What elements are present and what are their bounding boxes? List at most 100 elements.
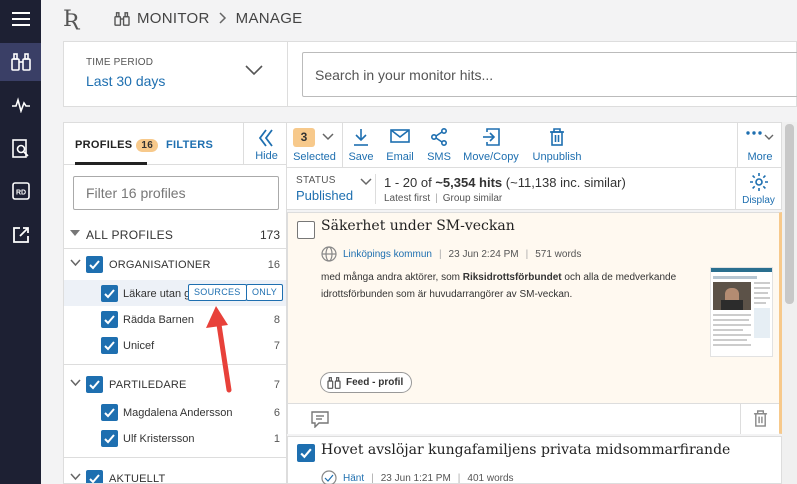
sms-button[interactable]: SMS xyxy=(421,123,457,167)
result-title[interactable]: Säkerhet under SM-veckan xyxy=(321,218,515,234)
app-logo: Ʀ xyxy=(63,7,80,32)
snippet-text: med många andra aktörer, som xyxy=(321,272,463,283)
triangle-down-icon[interactable] xyxy=(70,230,80,236)
breadcrumb: MONITOR MANAGE xyxy=(114,10,302,27)
move-copy-button[interactable]: Move/Copy xyxy=(459,123,523,167)
feed-tag[interactable]: Feed - profil xyxy=(320,372,413,393)
profile-checkbox[interactable] xyxy=(101,311,118,328)
profile-checkbox[interactable] xyxy=(101,285,118,302)
result-date: 23 Jun 1:21 PM xyxy=(380,472,451,484)
menu-icon[interactable] xyxy=(0,0,41,38)
profile-label: Unicef xyxy=(123,340,155,352)
scrollbar-thumb[interactable] xyxy=(785,124,794,304)
group-label: ORGANISATIONER xyxy=(109,259,211,271)
sort-label[interactable]: Latest first xyxy=(384,193,430,204)
group-label: PARTILEDARE xyxy=(109,379,187,391)
download-icon xyxy=(354,129,368,146)
tab-profiles[interactable]: PROFILES 16 xyxy=(75,139,159,152)
status-label: STATUS xyxy=(296,175,336,186)
result-title[interactable]: Hovet avslöjar kungafamiljens privata mi… xyxy=(321,442,730,458)
gear-icon xyxy=(749,173,768,191)
result-meta: Linköpings kommun | 23 Jun 2:24 PM | 571… xyxy=(321,246,581,262)
result-card[interactable]: Hovet avslöjar kungafamiljens privata mi… xyxy=(287,436,782,484)
panel-tabs: PROFILES 16 FILTERS Hide xyxy=(64,123,286,165)
group-similar-label[interactable]: Group similar xyxy=(443,193,502,204)
chevron-down-icon[interactable] xyxy=(70,259,81,267)
sources-button[interactable]: SOURCES xyxy=(188,284,247,301)
breadcrumb-monitor[interactable]: MONITOR xyxy=(137,10,210,27)
chevron-down-icon[interactable] xyxy=(322,133,334,141)
email-label: Email xyxy=(386,151,414,163)
checkmark-icon xyxy=(300,448,312,459)
profile-label: Läkare utan g xyxy=(123,288,191,300)
profile-checkbox[interactable] xyxy=(101,404,118,421)
result-thumbnail[interactable] xyxy=(710,267,773,357)
rd-nav-icon[interactable]: RD xyxy=(0,172,41,210)
chevron-down-icon[interactable] xyxy=(70,473,81,481)
analytics-nav-icon[interactable] xyxy=(0,86,41,124)
filter-row: TIME PERIOD Last 30 days xyxy=(63,41,797,107)
time-period-value: Last 30 days xyxy=(86,73,166,89)
unpublish-button[interactable]: Unpublish xyxy=(527,123,587,167)
active-tab-indicator xyxy=(75,162,147,165)
monitor-nav-icon[interactable] xyxy=(0,43,41,81)
hits-suffix: (~11,138 inc. similar) xyxy=(502,175,626,190)
tab-profiles-label: PROFILES xyxy=(75,139,133,151)
chevron-right-icon xyxy=(219,11,227,27)
profile-group-organisationer[interactable]: ORGANISATIONER 16 xyxy=(64,251,286,277)
profile-group-aktuellt[interactable]: AKTUELLT xyxy=(64,465,286,483)
result-card-body: Säkerhet under SM-veckan Linköpings komm… xyxy=(288,213,779,403)
selected-button[interactable]: 3 Selected xyxy=(287,123,342,167)
group-checkbox[interactable] xyxy=(86,470,103,483)
result-card[interactable]: Säkerhet under SM-veckan Linköpings komm… xyxy=(287,212,782,434)
profile-checkbox[interactable] xyxy=(101,430,118,447)
result-source[interactable]: Linköpings kommun xyxy=(343,249,432,260)
profile-group-partiledare[interactable]: PARTILEDARE 7 xyxy=(64,371,286,397)
only-button[interactable]: ONLY xyxy=(246,284,284,301)
tab-filters[interactable]: FILTERS xyxy=(166,139,213,151)
search-input[interactable] xyxy=(303,53,797,96)
external-link-nav-icon[interactable] xyxy=(0,216,41,254)
more-button[interactable]: More xyxy=(738,123,782,167)
left-nav: RD xyxy=(0,0,41,484)
chevron-down-icon[interactable] xyxy=(360,178,372,186)
filter-profiles-input[interactable] xyxy=(74,177,278,209)
profile-label: Rädda Barnen xyxy=(123,314,194,326)
email-button[interactable]: Email xyxy=(381,123,419,167)
profile-item[interactable]: Läkare utan g SOURCES ONLY xyxy=(64,280,286,306)
trash-icon[interactable] xyxy=(753,410,768,427)
comment-icon[interactable] xyxy=(311,411,329,428)
move-copy-icon xyxy=(483,128,500,146)
profiles-panel: PROFILES16 FILTERS Hide ALL PROFILES 173… xyxy=(63,122,287,484)
results-toolbar: 3 Selected Save Email SMS Move/Copy Unpu… xyxy=(287,122,782,168)
display-button[interactable]: Display xyxy=(735,168,781,210)
group-checkbox[interactable] xyxy=(86,256,103,273)
envelope-icon xyxy=(390,129,410,143)
all-profiles-row[interactable]: ALL PROFILES 173 xyxy=(64,219,286,249)
save-button[interactable]: Save xyxy=(343,123,379,167)
hide-panel-button[interactable]: Hide xyxy=(243,123,286,165)
result-checkbox[interactable] xyxy=(297,221,315,239)
time-period-selector[interactable]: TIME PERIOD Last 30 days xyxy=(64,42,288,106)
unpublish-label: Unpublish xyxy=(532,151,582,163)
profile-item[interactable]: Unicef 7 xyxy=(64,332,286,358)
profile-checkbox[interactable] xyxy=(101,337,118,354)
result-source[interactable]: Hänt xyxy=(343,473,364,484)
group-checkbox[interactable] xyxy=(86,376,103,393)
profile-item[interactable]: Ulf Kristersson 1 xyxy=(64,425,286,451)
meta-separator: | xyxy=(438,248,442,260)
chevron-down-icon[interactable] xyxy=(70,379,81,387)
meta-separator: | xyxy=(371,472,374,484)
filter-profiles-box[interactable] xyxy=(73,176,279,210)
profile-item[interactable]: Rädda Barnen 8 xyxy=(64,306,286,332)
hits-total: ~5,354 hits xyxy=(435,175,503,190)
search-document-nav-icon[interactable] xyxy=(0,130,41,168)
profile-item[interactable]: Magdalena Andersson 6 xyxy=(64,399,286,425)
chevron-down-icon[interactable] xyxy=(244,64,264,76)
result-checkbox[interactable] xyxy=(297,444,315,462)
results-scrollbar[interactable] xyxy=(782,122,797,484)
hide-label: Hide xyxy=(255,150,278,162)
result-snippet: med många andra aktörer, som Riksidrotts… xyxy=(321,269,691,303)
search-box[interactable] xyxy=(302,52,797,97)
hits-summary: 1 - 20 of ~5,354 hits (~11,138 inc. simi… xyxy=(384,175,626,190)
